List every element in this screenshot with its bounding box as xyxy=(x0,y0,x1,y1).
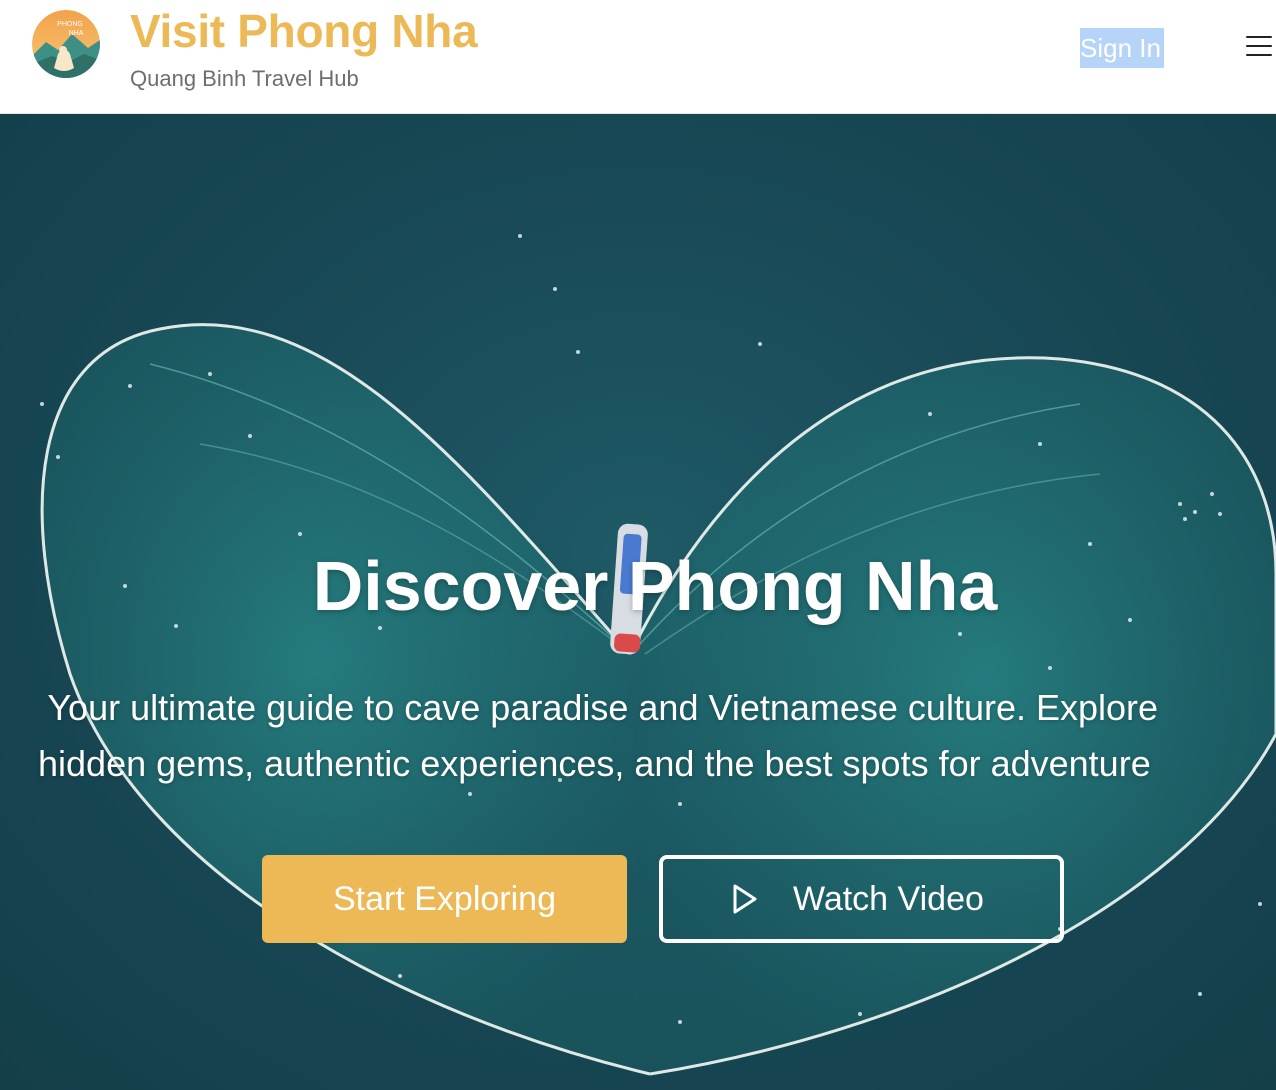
site-title[interactable]: Visit Phong Nha xyxy=(130,4,478,58)
hero-section: Discover Phong Nha Your ultimate guide t… xyxy=(0,114,1276,1090)
logo-text-line-1: PHONG xyxy=(57,21,83,28)
hero-description: Your ultimate guide to cave paradise and… xyxy=(38,680,1276,792)
logo-text-line-2: NHA xyxy=(69,30,84,37)
site-subtitle: Quang Binh Travel Hub xyxy=(130,66,359,91)
menu-bar xyxy=(1246,54,1272,56)
site-logo[interactable]: PHONG NHA xyxy=(32,10,100,78)
play-icon xyxy=(733,884,757,914)
hero-description-line: hidden gems, authentic experiences, and … xyxy=(38,743,1151,784)
start-exploring-button[interactable]: Start Exploring xyxy=(262,855,627,943)
watch-video-button[interactable]: Watch Video xyxy=(659,855,1064,943)
hero-description-line: Your ultimate guide to cave paradise and… xyxy=(38,687,1159,728)
hero-title: Discover Phong Nha xyxy=(312,547,998,625)
start-exploring-label: Start Exploring xyxy=(333,879,556,918)
menu-bar xyxy=(1246,45,1272,47)
watch-video-label: Watch Video xyxy=(793,879,984,918)
sign-in-link[interactable]: Sign In xyxy=(1080,28,1164,68)
menu-bar xyxy=(1246,36,1272,38)
site-header: PHONG NHA Visit Phong Nha Quang Binh Tra… xyxy=(0,0,1276,114)
hamburger-menu-icon[interactable] xyxy=(1246,36,1272,60)
